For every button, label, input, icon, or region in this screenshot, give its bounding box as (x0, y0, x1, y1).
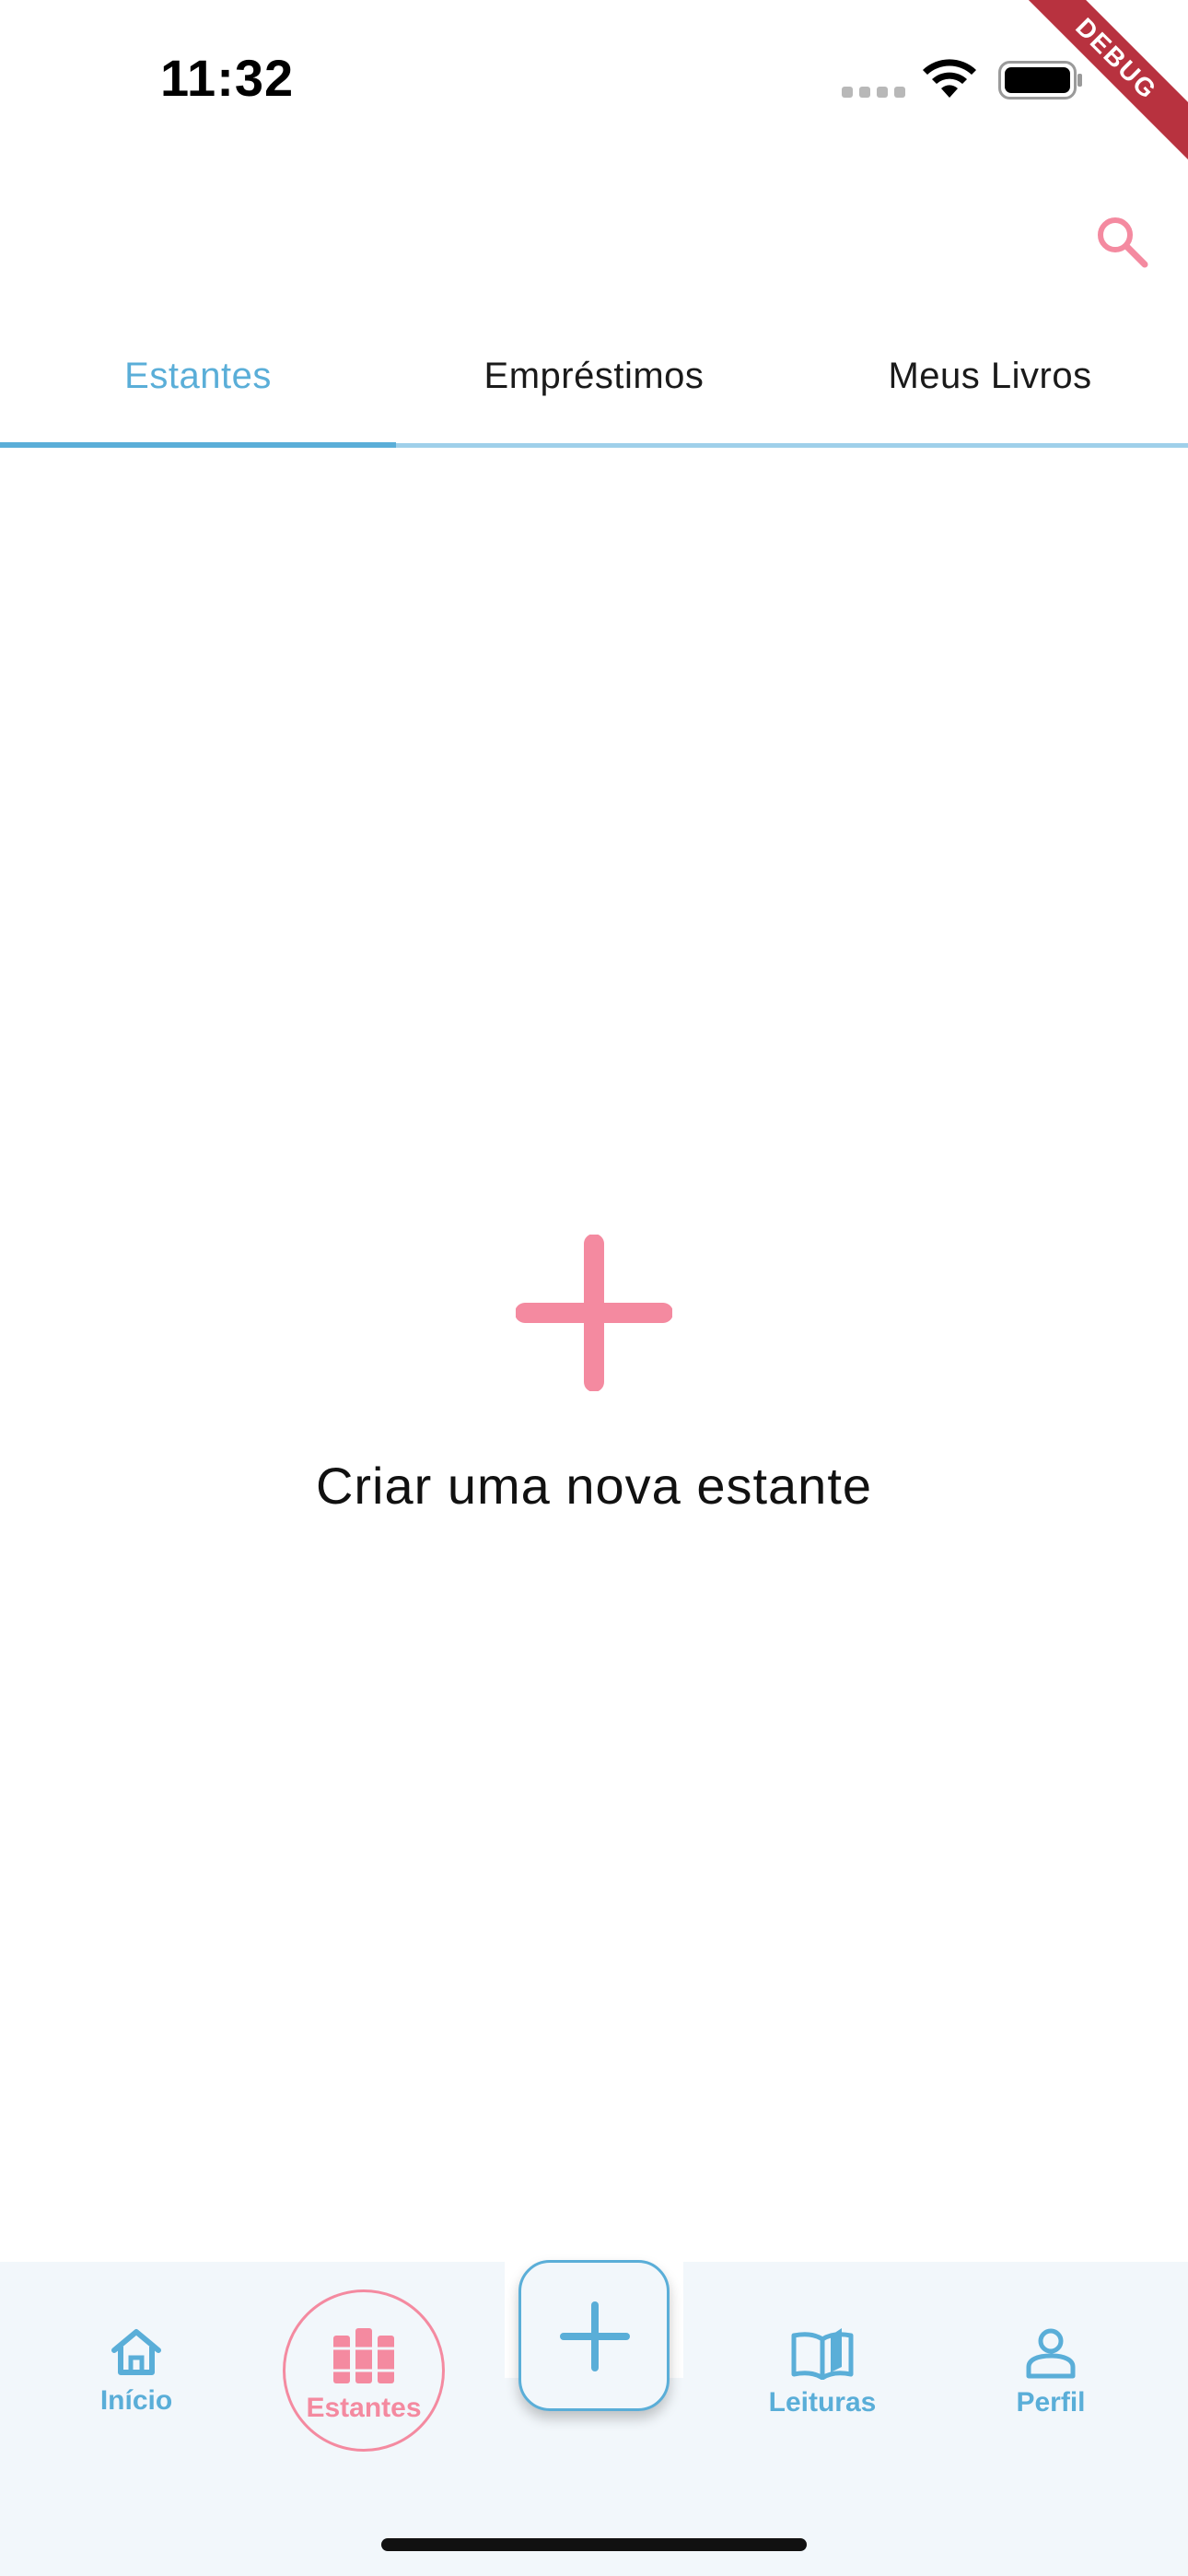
status-bar: 11:32 (0, 0, 1188, 157)
wifi-icon (923, 59, 976, 98)
bottom-navigation: Início Estantes Leituras Perfil (0, 2258, 1188, 2576)
home-icon (111, 2329, 161, 2375)
nav-label-estantes: Estantes (306, 2393, 422, 2423)
nav-item-estantes[interactable]: Estantes (272, 2326, 456, 2424)
create-shelf-label[interactable]: Criar uma nova estante (0, 1456, 1188, 1516)
nav-item-inicio[interactable]: Início (44, 2326, 228, 2417)
add-button[interactable] (518, 2260, 670, 2411)
nav-label-inicio: Início (99, 2385, 173, 2416)
nav-item-perfil[interactable]: Perfil (959, 2326, 1143, 2418)
bookshelf-icon (333, 2328, 394, 2383)
nav-label-leituras: Leituras (768, 2387, 877, 2418)
cellular-signal-icon (842, 87, 905, 98)
search-icon[interactable] (1094, 214, 1149, 269)
status-time: 11:32 (160, 49, 295, 107)
tab-emprestimos[interactable]: Empréstimos (396, 356, 792, 397)
nav-label-perfil: Perfil (1016, 2387, 1086, 2418)
create-shelf-prompt[interactable]: Criar uma nova estante (0, 1235, 1188, 1516)
home-indicator (381, 2538, 807, 2551)
tab-meus-livros[interactable]: Meus Livros (792, 356, 1188, 397)
person-icon (1026, 2328, 1076, 2379)
tab-estantes[interactable]: Estantes (0, 356, 396, 397)
tab-active-indicator (0, 442, 396, 448)
plus-icon (560, 2301, 630, 2371)
plus-icon[interactable] (516, 1235, 672, 1391)
open-book-icon (791, 2328, 854, 2380)
tab-bar: Estantes Empréstimos Meus Livros (0, 332, 1188, 451)
nav-item-leituras[interactable]: Leituras (730, 2326, 914, 2418)
debug-banner-label: DEBUG (1013, 0, 1188, 171)
debug-banner: DEBUG (1013, 0, 1188, 175)
